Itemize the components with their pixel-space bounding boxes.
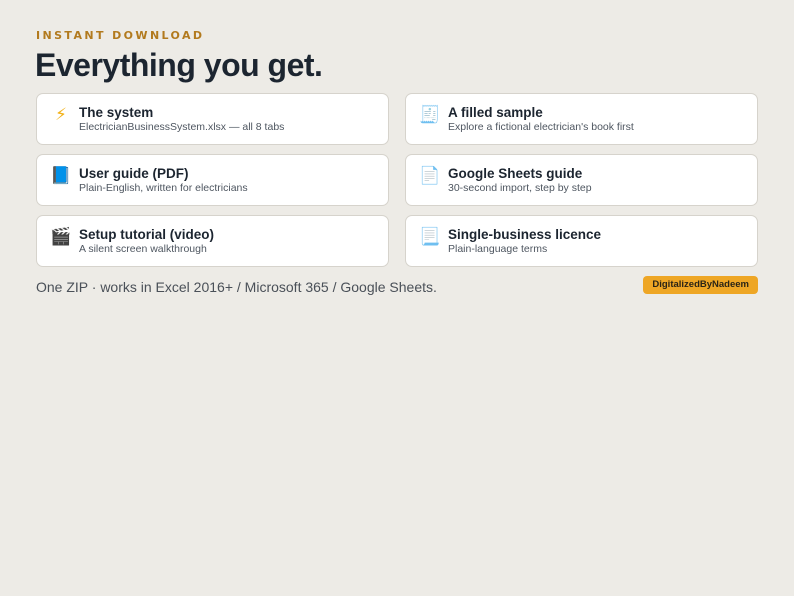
- page-title: Everything you get.: [35, 47, 323, 83]
- card-filled-sample: 🧾 A filled sample Explore a fictional el…: [405, 93, 758, 145]
- card-title: The system: [79, 105, 154, 120]
- deliverables-grid: ⚡ The system ElectricianBusinessSystem.x…: [36, 93, 758, 267]
- card-title: Google Sheets guide: [448, 166, 583, 181]
- page-content: INSTANT DOWNLOAD Everything you get. ⚡ T…: [35, 29, 758, 295]
- card-subtitle: A silent screen walkthrough: [79, 243, 207, 255]
- card-subtitle: 30-second import, step by step: [448, 182, 592, 194]
- card-subtitle: Plain-language terms: [448, 243, 548, 255]
- document-icon: 📃: [419, 227, 441, 247]
- compatibility-note: One ZIP · works in Excel 2016+ / Microso…: [36, 279, 437, 295]
- card-title: User guide (PDF): [79, 166, 189, 181]
- card-title: A filled sample: [448, 105, 543, 120]
- brand-badge: DigitalizedByNadeem: [643, 276, 758, 294]
- page-icon: 📄: [419, 166, 441, 186]
- card-setup-tutorial: 🎬 Setup tutorial (video) A silent screen…: [36, 215, 389, 267]
- card-google-sheets-guide: 📄 Google Sheets guide 30-second import, …: [405, 154, 758, 206]
- card-title: Single-business licence: [448, 227, 602, 242]
- eyebrow-label: INSTANT DOWNLOAD: [36, 29, 205, 42]
- card-title: Setup tutorial (video): [79, 227, 214, 242]
- card-subtitle: ElectricianBusinessSystem.xlsx — all 8 t…: [79, 121, 285, 133]
- lightning-icon: ⚡: [55, 105, 67, 125]
- receipt-icon: 🧾: [419, 105, 441, 125]
- card-the-system: ⚡ The system ElectricianBusinessSystem.x…: [36, 93, 389, 145]
- blue-book-icon: 📘: [50, 166, 72, 186]
- card-subtitle: Plain-English, written for electricians: [79, 182, 248, 194]
- card-user-guide: 📘 User guide (PDF) Plain-English, writte…: [36, 154, 389, 206]
- card-licence: 📃 Single-business licence Plain-language…: [405, 215, 758, 267]
- clapper-board-icon: 🎬: [50, 227, 72, 247]
- card-subtitle: Explore a fictional electrician's book f…: [448, 121, 634, 133]
